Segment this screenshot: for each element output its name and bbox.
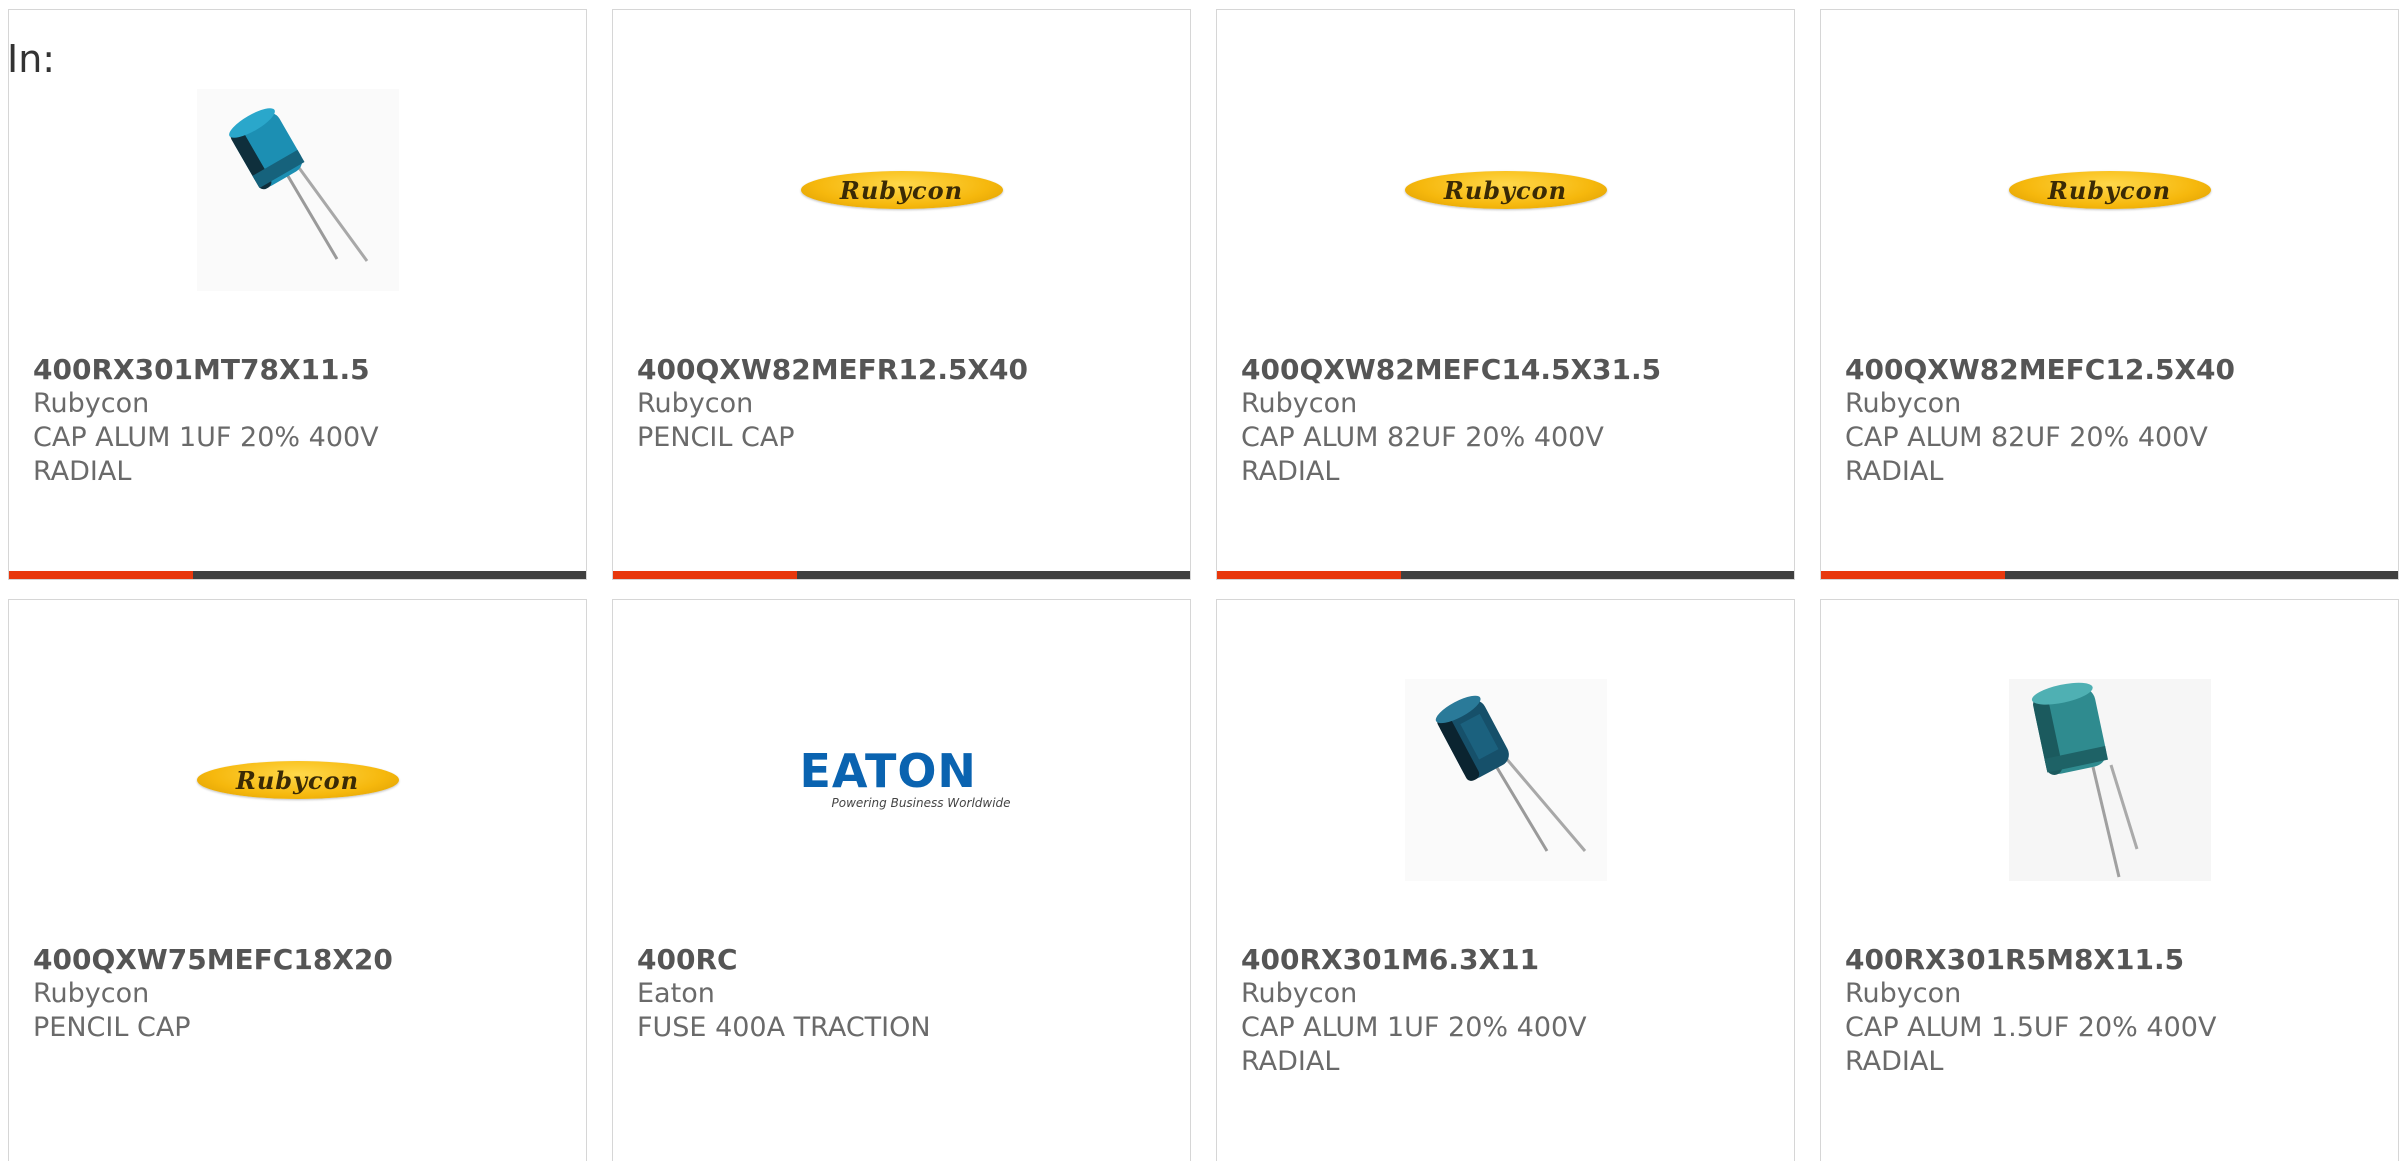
product-card[interactable]: Rubycon 400QXW82MEFC12.5X40 Rubycon CAP … [1820,9,2399,580]
description: CAP ALUM 82UF 20% 400V [1845,422,2208,453]
product-grid-page: In: 400RX301MT78X11.5 Rubycon CAP ALUM 1… [0,0,2400,1161]
card-accent-bar [613,571,797,579]
part-number-link[interactable]: 400QXW82MEFR12.5X40 [637,353,1170,387]
eaton-logo: EATON Powering Business Worldwide [799,744,1011,810]
card-bottom-bar [613,571,1190,579]
manufacturer: Rubycon [1241,388,1358,419]
product-image: Rubycon [1821,80,2398,300]
capacitor-image [1404,679,1607,881]
description: FUSE 400A TRACTION [637,1012,931,1043]
description: CAP ALUM 1.5UF 20% 400V [1845,1012,2217,1043]
product-info: 400QXW82MEFC12.5X40 Rubycon CAP ALUM 82U… [1845,353,2378,489]
product-info: 400RC Eaton FUSE 400A TRACTION [637,943,1170,1045]
rubycon-logo: Rubycon [196,761,399,799]
card-accent-bar [1821,571,2005,579]
description: PENCIL CAP [33,1012,191,1043]
product-image: EATON Powering Business Worldwide [613,670,1190,890]
manufacturer: Eaton [637,978,715,1009]
rubycon-logo: Rubycon [1404,171,1607,209]
description-line2: RADIAL [1241,1046,1340,1077]
card-bottom-bar [1217,571,1794,579]
product-image: Rubycon [1217,80,1794,300]
product-info: 400QXW82MEFR12.5X40 Rubycon PENCIL CAP [637,353,1170,455]
capacitor-image [2008,679,2211,881]
product-info: 400QXW82MEFC14.5X31.5 Rubycon CAP ALUM 8… [1241,353,1774,489]
manufacturer: Rubycon [33,978,150,1009]
card-accent-bar [9,571,193,579]
product-image [9,80,586,300]
part-number-link[interactable]: 400QXW82MEFC14.5X31.5 [1241,353,1774,387]
card-bottom-bar [9,571,586,579]
manufacturer: Rubycon [1241,978,1358,1009]
card-bottom-bar [1821,571,2398,579]
product-image [1821,670,2398,890]
product-card[interactable]: 400RX301M6.3X11 Rubycon CAP ALUM 1UF 20%… [1216,599,1795,1161]
description: PENCIL CAP [637,422,795,453]
manufacturer: Rubycon [33,388,150,419]
description-line2: RADIAL [1241,456,1340,487]
product-card[interactable]: 400RX301R5M8X11.5 Rubycon CAP ALUM 1.5UF… [1820,599,2399,1161]
part-number-link[interactable]: 400QXW75MEFC18X20 [33,943,566,977]
product-card[interactable]: EATON Powering Business Worldwide 400RC … [612,599,1191,1161]
part-number-link[interactable]: 400RC [637,943,1170,977]
manufacturer: Rubycon [1845,388,1962,419]
product-info: 400RX301M6.3X11 Rubycon CAP ALUM 1UF 20%… [1241,943,1774,1079]
product-info: 400RX301R5M8X11.5 Rubycon CAP ALUM 1.5UF… [1845,943,2378,1079]
manufacturer: Rubycon [637,388,754,419]
product-image: Rubycon [613,80,1190,300]
rubycon-logo: Rubycon [2008,171,2211,209]
description: CAP ALUM 1UF 20% 400V [33,422,379,453]
description-line2: RADIAL [1845,1046,1944,1077]
description-line2: RADIAL [1845,456,1944,487]
part-number-link[interactable]: 400QXW82MEFC12.5X40 [1845,353,2378,387]
part-number-link[interactable]: 400RX301MT78X11.5 [33,353,566,387]
product-card[interactable]: Rubycon 400QXW75MEFC18X20 Rubycon PENCIL… [8,599,587,1161]
product-image: Rubycon [9,670,586,890]
card-accent-bar [1217,571,1401,579]
description: CAP ALUM 1UF 20% 400V [1241,1012,1587,1043]
product-card[interactable]: Rubycon 400QXW82MEFR12.5X40 Rubycon PENC… [612,9,1191,580]
product-grid: 400RX301MT78X11.5 Rubycon CAP ALUM 1UF 2… [0,0,2400,1161]
product-card[interactable]: Rubycon 400QXW82MEFC14.5X31.5 Rubycon CA… [1216,9,1795,580]
description-line2: RADIAL [33,456,132,487]
description: CAP ALUM 82UF 20% 400V [1241,422,1604,453]
product-image [1217,670,1794,890]
part-number-link[interactable]: 400RX301M6.3X11 [1241,943,1774,977]
product-card[interactable]: 400RX301MT78X11.5 Rubycon CAP ALUM 1UF 2… [8,9,587,580]
in-label: In: [7,37,56,81]
part-number-link[interactable]: 400RX301R5M8X11.5 [1845,943,2378,977]
product-info: 400QXW75MEFC18X20 Rubycon PENCIL CAP [33,943,566,1045]
capacitor-image [196,89,399,291]
manufacturer: Rubycon [1845,978,1962,1009]
rubycon-logo: Rubycon [800,171,1003,209]
product-info: 400RX301MT78X11.5 Rubycon CAP ALUM 1UF 2… [33,353,566,489]
